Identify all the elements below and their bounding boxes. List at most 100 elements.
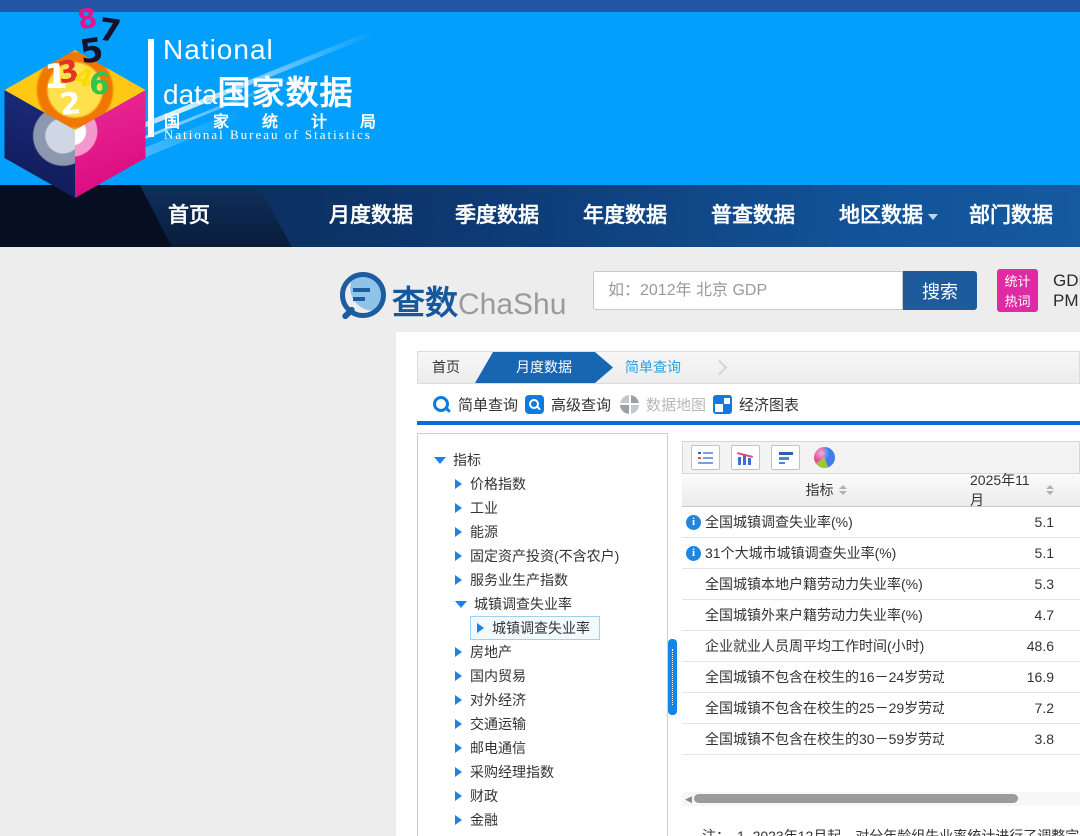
tree-item-real-estate[interactable]: 房地产 (418, 640, 667, 664)
row-value: 7.2 (1034, 700, 1054, 716)
column-label: 指标 (805, 482, 834, 498)
expand-arrow-icon[interactable] (455, 815, 462, 825)
table-row[interactable]: 全国城镇外来户籍劳动力失业率(%) 4.7 (682, 600, 1080, 631)
row-value: 4.7 (1034, 607, 1054, 623)
expand-arrow-icon[interactable] (455, 527, 462, 537)
tree-item-fixed-asset-investment[interactable]: 固定资产投资(不含农户) (418, 544, 667, 568)
breadcrumb-monthly-banner[interactable]: 月度数据 (475, 352, 613, 383)
table-row[interactable]: i 31个大城市城镇调查失业率(%) 5.1 (682, 538, 1080, 569)
nav-item-home[interactable]: 首页 (168, 185, 210, 247)
nav-item-quarterly[interactable]: 季度数据 (455, 185, 539, 247)
expand-arrow-icon[interactable] (455, 743, 462, 753)
nav-item-regional-label: 地区数据 (839, 204, 923, 227)
expand-arrow-icon[interactable] (455, 551, 462, 561)
row-value: 16.9 (1026, 669, 1054, 685)
tab-advanced-query[interactable]: 高级查询 (525, 388, 611, 421)
tree-label: 金融 (470, 812, 498, 828)
row-label: 全国城镇外来户籍劳动力失业率(%) (705, 607, 923, 623)
horizontal-bar-chart-button[interactable] (771, 445, 800, 470)
expand-arrow-icon[interactable] (455, 719, 462, 729)
table-row[interactable]: 全国城镇本地户籍劳动力失业率(%) 5.3 (682, 569, 1080, 600)
main-nav: 首页 月度数据 季度数据 年度数据 普查数据 地区数据 部门数据 (0, 185, 1080, 247)
row-value: 3.8 (1034, 731, 1054, 747)
column-header-indicator[interactable]: 指标 (682, 480, 970, 500)
tree-item-urban-unemployment[interactable]: 城镇调查失业率 (418, 592, 667, 616)
table-row[interactable]: i 全国城镇调查失业率(%) 5.1 (682, 507, 1080, 538)
table-row[interactable]: 企业就业人员周平均工作时间(小时) 48.6 (682, 631, 1080, 662)
hot-links: GDP PMI (1053, 271, 1080, 311)
sort-icon[interactable] (838, 485, 847, 495)
hot-link-pmi[interactable]: PMI (1053, 291, 1080, 311)
column-header-period[interactable]: 2025年11月 (970, 470, 1080, 510)
scrollbar-thumb[interactable] (694, 794, 1018, 803)
breadcrumb-current[interactable]: 简单查询 (625, 352, 681, 383)
hot-link-gdp[interactable]: GDP (1053, 271, 1080, 291)
tree-label: 价格指数 (470, 476, 526, 492)
list-view-button[interactable] (691, 445, 720, 470)
collapse-arrow-icon[interactable] (455, 600, 467, 608)
expand-arrow-icon[interactable] (455, 575, 462, 585)
panel-splitter-thumb[interactable] (668, 639, 677, 715)
selected-tree-node[interactable]: 城镇调查失业率 (470, 616, 600, 640)
search-input[interactable] (593, 271, 903, 310)
nav-item-monthly[interactable]: 月度数据 (329, 185, 413, 247)
expand-arrow-icon[interactable] (455, 695, 462, 705)
expand-arrow-icon[interactable] (477, 623, 484, 633)
expand-arrow-icon[interactable] (455, 767, 462, 777)
brand-title-line1: National (163, 34, 274, 65)
tree-item-price-index[interactable]: 价格指数 (418, 472, 667, 496)
expand-arrow-icon[interactable] (455, 503, 462, 513)
tree-label: 城镇调查失业率 (474, 596, 572, 612)
national-data-page: { "header": { "brand_line1": "National",… (0, 0, 1080, 836)
tree-label: 财政 (470, 788, 498, 804)
expand-arrow-icon[interactable] (455, 791, 462, 801)
tree-label: 工业 (470, 500, 498, 516)
scroll-left-arrow-icon[interactable]: ◀ (685, 794, 692, 804)
bar-line-chart-button[interactable] (731, 445, 760, 470)
breadcrumb-home[interactable]: 首页 (432, 352, 460, 383)
nav-item-census[interactable]: 普查数据 (711, 185, 795, 247)
agency-name-en: National Bureau of Statistics (164, 127, 372, 142)
tab-underline (417, 421, 1080, 425)
row-label: 全国城镇不包含在校生的30－59岁劳动力失业率(%) (705, 731, 944, 747)
hot-badge-line1: 统计 (1004, 274, 1031, 289)
tree-item-service-production-index[interactable]: 服务业生产指数 (418, 568, 667, 592)
nav-item-departmental[interactable]: 部门数据 (969, 185, 1053, 247)
tree-item-transportation[interactable]: 交通运输 (418, 712, 667, 736)
tree-item-finance[interactable]: 金融 (418, 808, 667, 832)
horizontal-scrollbar[interactable]: ◀ (682, 792, 1080, 806)
brand-latin: data (163, 79, 218, 110)
tree-item-post-telecom[interactable]: 邮电通信 (418, 736, 667, 760)
tree-item-domestic-trade[interactable]: 国内贸易 (418, 664, 667, 688)
nav-item-annual[interactable]: 年度数据 (583, 185, 667, 247)
table-row[interactable]: 全国城镇不包含在校生的25－29岁劳动力失业率(%) 7.2 (682, 693, 1080, 724)
nav-item-regional[interactable]: 地区数据 (839, 185, 938, 247)
chashu-latin-label: ChaShu (458, 288, 567, 321)
tab-economic-charts[interactable]: 经济图表 (713, 388, 799, 421)
sort-icon[interactable] (1046, 485, 1054, 495)
expand-arrow-icon[interactable] (455, 671, 462, 681)
tab-simple-query[interactable]: 简单查询 (432, 388, 518, 421)
tree-item-urban-unemployment-child[interactable]: 城镇调查失业率 (418, 616, 667, 640)
collapse-arrow-icon[interactable] (434, 456, 446, 464)
tree-item-fiscal[interactable]: 财政 (418, 784, 667, 808)
table-header: 指标 2025年11月 (682, 472, 1080, 508)
tree-item-pmi[interactable]: 采购经理指数 (418, 760, 667, 784)
tree-label: 对外经济 (470, 692, 526, 708)
info-icon[interactable]: i (686, 545, 701, 561)
search-button[interactable]: 搜索 (903, 271, 977, 310)
tree-item-foreign-economy[interactable]: 对外经济 (418, 688, 667, 712)
table-row[interactable]: 全国城镇不包含在校生的16－24岁劳动力失业率(%) 16.9 (682, 662, 1080, 693)
table-row[interactable]: 全国城镇不包含在校生的30－59岁劳动力失业率(%) 3.8 (682, 724, 1080, 755)
tree-label: 能源 (470, 524, 498, 540)
tree-item-indicators[interactable]: 指标 (418, 448, 667, 472)
chashu-cjk-label: 查数 (392, 284, 458, 321)
tree-item-energy[interactable]: 能源 (418, 520, 667, 544)
tree-item-industry[interactable]: 工业 (418, 496, 667, 520)
pie-chart-button[interactable] (811, 446, 838, 469)
info-icon[interactable]: i (686, 514, 701, 530)
tab-label: 数据地图 (646, 397, 707, 414)
expand-arrow-icon[interactable] (455, 479, 462, 489)
expand-arrow-icon[interactable] (455, 647, 462, 657)
stat-hotwords-badge[interactable]: 统计 热词 (997, 269, 1038, 312)
